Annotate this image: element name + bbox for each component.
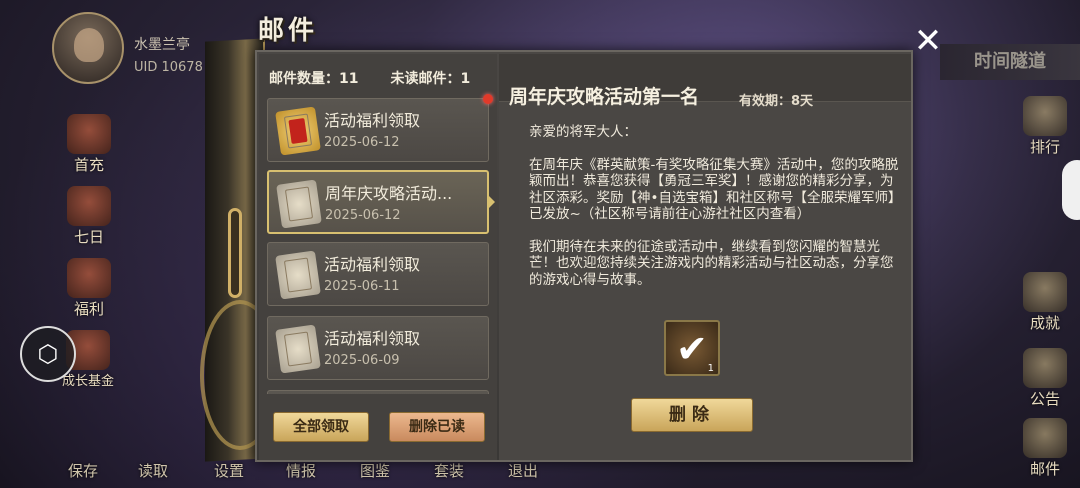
player-avatar[interactable]: [52, 12, 124, 84]
cube-menu-icon[interactable]: ⬡: [20, 326, 76, 382]
mail-item-date: 2025-06-09: [324, 353, 400, 368]
attachment-quantity: 1: [707, 363, 714, 374]
bottom-intel[interactable]: 情报: [286, 460, 316, 481]
delete-read-button[interactable]: 删除已读: [389, 412, 485, 442]
mail-icon: [1023, 418, 1067, 458]
book-clasp: [228, 208, 242, 298]
menu-label: 公告: [1029, 390, 1060, 408]
menu-label: 福利: [73, 300, 104, 318]
mail-expire: 有效期：8天: [739, 94, 814, 109]
ranking-icon: [1023, 96, 1067, 136]
bottom-codex[interactable]: 图鉴: [360, 460, 390, 481]
menu-label: 七日: [73, 228, 104, 246]
mail-counts: 邮件数量：11 未读邮件：1: [269, 68, 470, 88]
menu-label: 首充: [73, 156, 104, 174]
mail-window-title: 邮件: [258, 16, 319, 46]
player-name: 水墨兰亭: [134, 37, 190, 53]
attachment-chest-icon[interactable]: ✔ 1: [664, 320, 720, 376]
read-letter-icon: [275, 250, 321, 300]
unread-letter-icon: [275, 106, 321, 156]
mail-item-title: 活动福利领取: [324, 111, 421, 130]
announcement-icon: [1023, 348, 1067, 388]
delete-mail-button[interactable]: 删除: [631, 398, 753, 432]
unread-count: 未读邮件：1: [390, 71, 471, 87]
unread-dot-icon: [483, 94, 493, 104]
menu-label: 排行: [1029, 138, 1060, 156]
mail-detail-pane: 周年庆攻略活动第一名 有效期：8天 亲爱的将军大人： 在周年庆《群英献策-有奖攻…: [499, 54, 911, 460]
right-menu-achievement[interactable]: 成就: [1010, 268, 1080, 338]
bottom-sets[interactable]: 套装: [434, 460, 464, 481]
mail-paragraph: 我们期待在未来的征途或活动中，继续看到您闪耀的智慧光芒！也欢迎您持续关注游戏内的…: [529, 238, 894, 288]
menu-label: 邮件: [1029, 460, 1060, 478]
mail-item-date: 2025-06-12: [324, 135, 400, 150]
mail-detail-title: 周年庆攻略活动第一名: [509, 86, 700, 108]
claimed-check-icon: ✔: [676, 327, 708, 371]
mail-list-item[interactable]: 活动福利领取 2025-06-11: [267, 242, 489, 306]
menu-label: 成就: [1029, 314, 1060, 332]
mail-detail-header: 周年庆攻略活动第一名 有效期：8天: [499, 54, 911, 109]
mail-item-date: 2025-06-11: [324, 279, 400, 294]
player-uid: UID 10678: [134, 60, 203, 75]
mail-body[interactable]: 亲爱的将军大人： 在周年庆《群英献策-有奖攻略征集大赛》活动中，您的攻略脱颖而出…: [529, 124, 901, 300]
mail-list-item-partial[interactable]: [267, 390, 489, 394]
mail-item-title: 活动福利领取: [324, 329, 421, 348]
mail-list-item[interactable]: 活动福利领取 2025-06-12: [267, 98, 489, 162]
mail-paragraph: 在周年庆《群英献策-有奖攻略征集大赛》活动中，您的攻略脱颖而出！恭喜您获得【勇冠…: [529, 156, 899, 223]
mail-item-date: 2025-06-12: [325, 208, 401, 223]
achievement-icon: [1023, 272, 1067, 312]
bottom-exit[interactable]: 退出: [508, 460, 538, 481]
right-menu-announcement[interactable]: 公告: [1010, 344, 1080, 414]
first-charge-icon: [67, 114, 111, 154]
welfare-icon: [67, 258, 111, 298]
mail-list-item-selected[interactable]: 周年庆攻略活动... 2025-06-12: [267, 170, 495, 234]
bottom-save[interactable]: 保存: [68, 460, 98, 481]
read-letter-icon: [276, 179, 322, 229]
selected-arrow-icon: [489, 196, 495, 208]
mail-count: 邮件数量：11: [269, 71, 359, 87]
mail-item-title: 周年庆攻略活动...: [325, 184, 453, 203]
mail-list-pane: 邮件数量：11 未读邮件：1 活动福利领取 2025-06-12 周年庆攻略活动.…: [259, 54, 497, 460]
mail-item-title: 活动福利领取: [324, 255, 421, 274]
right-menu-mail[interactable]: 邮件: [1010, 414, 1080, 484]
mail-greeting: 亲爱的将军大人：: [529, 124, 637, 140]
player-info[interactable]: 水墨兰亭 UID 10678: [52, 12, 222, 84]
right-menu-ranking[interactable]: 排行: [1010, 92, 1080, 162]
mail-window: 邮件数量：11 未读邮件：1 活动福利领取 2025-06-12 周年庆攻略活动.…: [255, 50, 913, 462]
collect-all-button[interactable]: 全部领取: [273, 412, 369, 442]
left-menu-welfare[interactable]: 福利: [54, 254, 124, 324]
seven-day-icon: [67, 186, 111, 226]
bottom-load[interactable]: 读取: [138, 460, 168, 481]
bottom-settings[interactable]: 设置: [214, 460, 244, 481]
mail-list-item[interactable]: 活动福利领取 2025-06-09: [267, 316, 489, 380]
mail-list[interactable]: 活动福利领取 2025-06-12 周年庆攻略活动... 2025-06-12 …: [267, 94, 495, 394]
left-menu-first-charge[interactable]: 首充: [54, 110, 124, 180]
left-menu-seven-day[interactable]: 七日: [54, 182, 124, 252]
close-icon[interactable]: ✕: [910, 24, 946, 58]
read-letter-icon: [275, 324, 321, 374]
floating-assistant-bubble[interactable]: [1062, 160, 1080, 220]
time-tunnel-button[interactable]: 时间隧道: [940, 44, 1080, 80]
